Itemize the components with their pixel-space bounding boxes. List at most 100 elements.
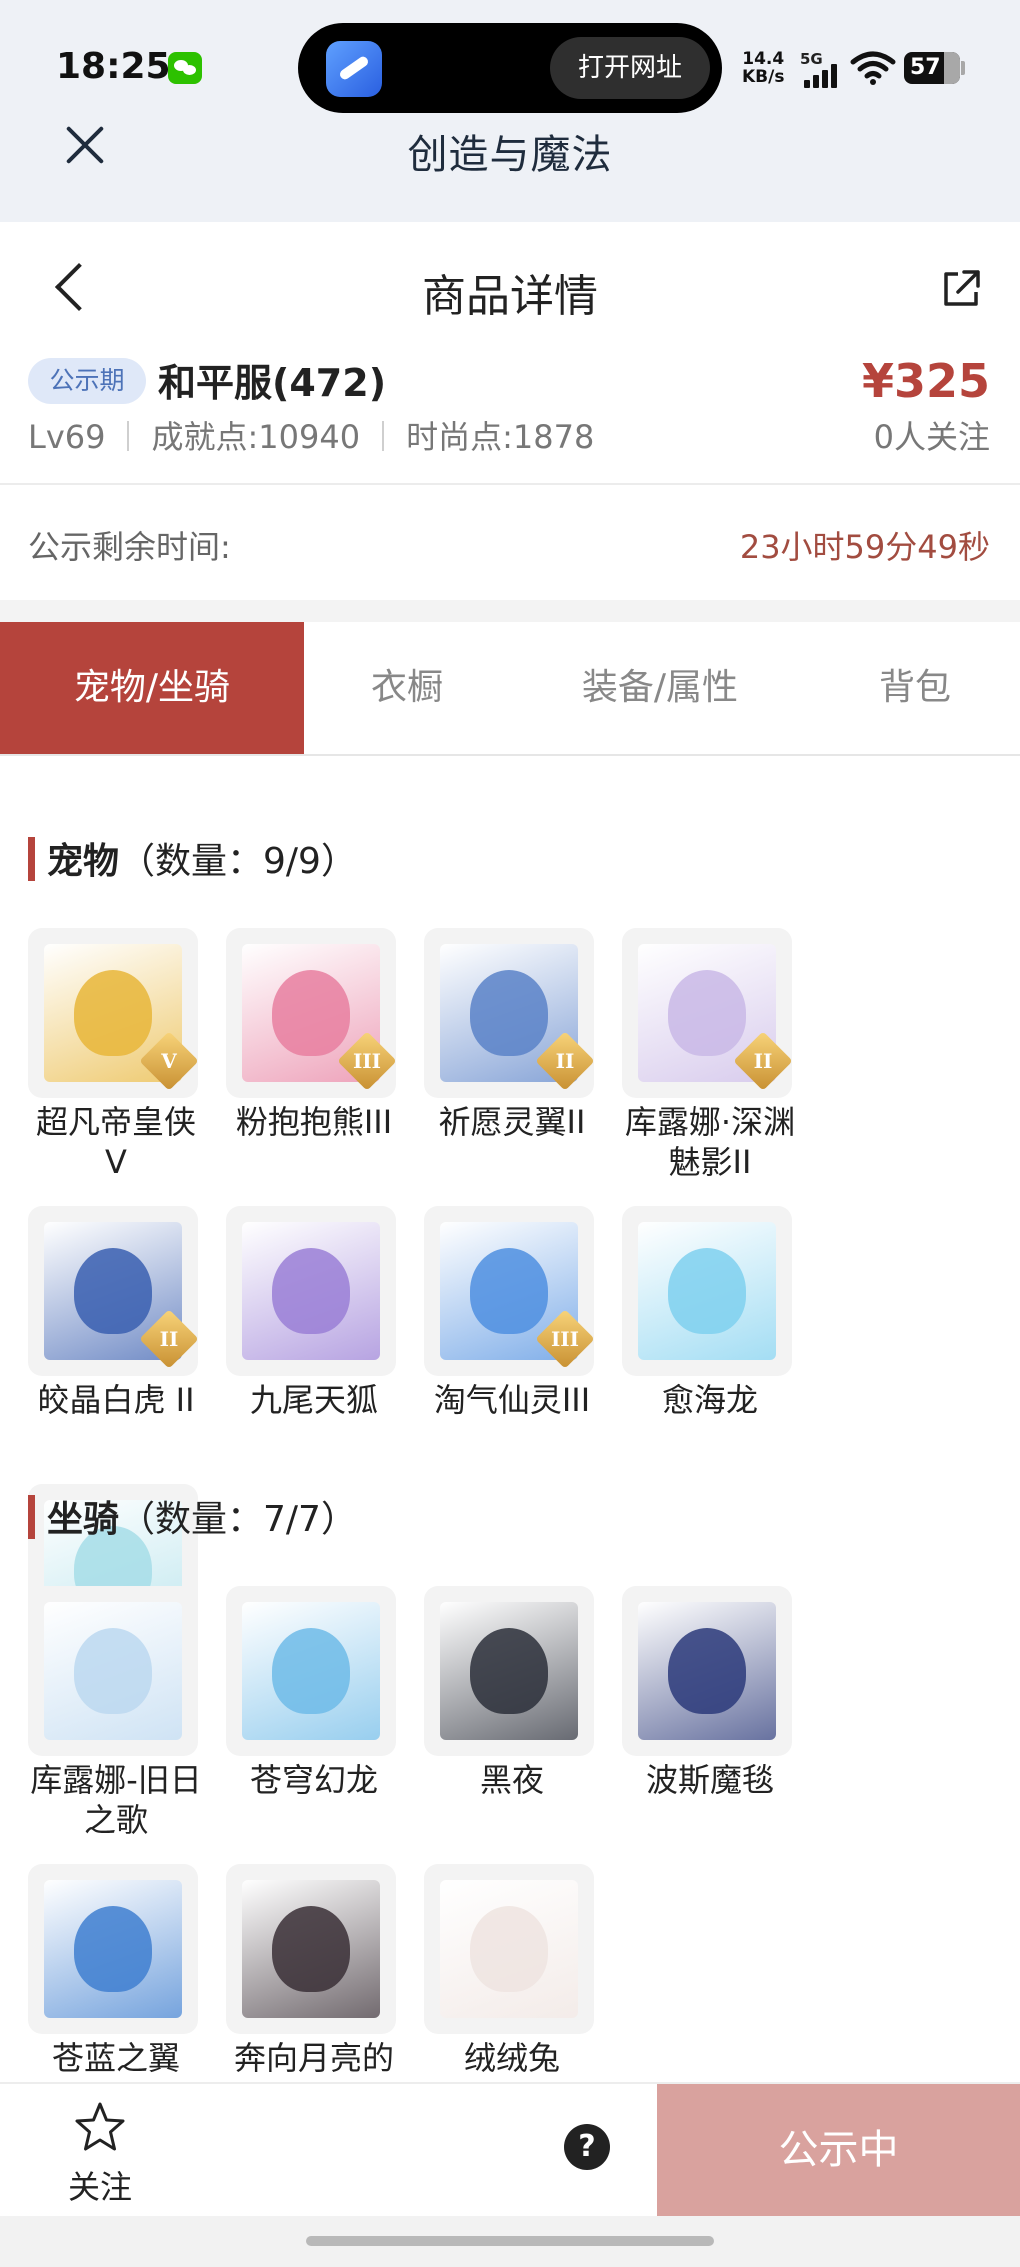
follow-label[interactable]: 关注 (62, 2162, 138, 2208)
pets-image (242, 1222, 380, 1360)
mounts-image (638, 1602, 776, 1740)
mounts-thumbnail (28, 1586, 198, 1756)
open-url-button[interactable]: 打开网址 (550, 37, 710, 99)
pets-name: 库露娜·深渊魅影II (624, 1103, 796, 1181)
account-meta: Lv69 成就点:10940 时尚点:1878 (28, 412, 594, 458)
pets-thumbnail: III (424, 1206, 594, 1376)
status-time: 18:25 (56, 46, 171, 87)
rank-label: V (161, 1049, 177, 1073)
mounts-name: 奔向月亮的 (233, 2039, 394, 2077)
mounts-item[interactable]: 波斯魔毯 (622, 1586, 820, 1864)
price: ¥325 (861, 354, 990, 408)
pets-name: 淘气仙灵III (433, 1381, 591, 1419)
pets-count: （数量：9/9） (119, 841, 357, 882)
pets-title: 宠物 (47, 841, 120, 882)
pets-item[interactable]: III 淘气仙灵III (424, 1206, 622, 1484)
rank-badge-icon: V (139, 1031, 198, 1091)
mounts-grid: 库露娜-旧日之歌 苍穹幻龙 黑夜 波斯魔毯苍蓝之翼 奔向月亮的 绒绒兔 (28, 1586, 998, 2142)
status-bar-area: 18:25 打开网址 14.4 KB/s 5G 57 创造与魔法 (0, 0, 1020, 222)
star-icon[interactable] (72, 2100, 128, 2156)
wifi-icon (850, 51, 896, 85)
help-icon[interactable]: ? (564, 2124, 610, 2170)
tab-equipment[interactable]: 装备/属性 (510, 622, 810, 754)
rank-label: II (753, 1049, 773, 1073)
pets-item[interactable]: III 粉抱抱熊III (226, 928, 424, 1206)
mounts-title: 坐骑 (47, 1499, 120, 1540)
pets-item[interactable]: V 超凡帝皇侠V (28, 928, 226, 1206)
mounts-section-title: 坐骑（数量：7/7） (28, 1490, 357, 1542)
mounts-thumbnail (226, 1864, 396, 2034)
pets-item[interactable]: II 祈愿灵翼II (424, 928, 622, 1206)
browser-app-icon (326, 41, 382, 97)
mounts-thumbnail (424, 1864, 594, 2034)
rank-badge-icon: II (535, 1031, 594, 1091)
rank-label: II (555, 1049, 575, 1073)
mounts-name: 绒绒兔 (463, 2039, 560, 2077)
mounts-item[interactable]: 苍穹幻龙 (226, 1586, 424, 1864)
net-speed: 14.4 KB/s (742, 50, 784, 86)
pets-thumbnail (622, 1206, 792, 1376)
pets-thumbnail: III (226, 928, 396, 1098)
home-indicator[interactable] (306, 2236, 714, 2246)
net-speed-unit: KB/s (742, 67, 785, 87)
mounts-thumbnail (424, 1586, 594, 1756)
pets-section-title: 宠物（数量：9/9） (28, 832, 357, 884)
pets-name: 九尾天狐 (249, 1381, 378, 1419)
wechat-notification-icon (168, 52, 202, 84)
level: Lv69 (28, 418, 106, 456)
rank-badge-icon: II (733, 1031, 792, 1091)
mounts-thumbnail (226, 1586, 396, 1756)
pets-name: 超凡帝皇侠V (35, 1103, 196, 1181)
divider (0, 483, 1020, 485)
mounts-image (44, 1602, 182, 1740)
pets-thumbnail (226, 1206, 396, 1376)
pets-thumbnail: II (622, 928, 792, 1098)
mounts-thumbnail (622, 1586, 792, 1756)
mounts-image (242, 1602, 380, 1740)
bottom-action-bar: 关注 ? 公示中 (0, 2082, 1020, 2216)
pets-name: 愈海龙 (661, 1381, 758, 1419)
mounts-image (44, 1880, 182, 2018)
pets-item[interactable]: II 皎晶白虎 II (28, 1206, 226, 1484)
pets-item[interactable]: 愈海龙 (622, 1206, 820, 1484)
mounts-name: 黑夜 (479, 1761, 544, 1799)
status-badge: 公示期 (28, 358, 146, 404)
tab-pets-mounts[interactable]: 宠物/坐骑 (0, 622, 304, 754)
tab-backpack[interactable]: 背包 (810, 622, 1020, 754)
section-gap (0, 600, 1020, 622)
pets-thumbnail: II (28, 1206, 198, 1376)
countdown-value: 23小时59分49秒 (739, 528, 990, 566)
rank-label: II (159, 1327, 179, 1351)
mounts-name: 波斯魔毯 (645, 1761, 774, 1799)
pets-item[interactable]: 九尾天狐 (226, 1206, 424, 1484)
mounts-item[interactable]: 库露娜-旧日之歌 (28, 1586, 226, 1864)
mounts-count: （数量：7/7） (119, 1499, 357, 1540)
dynamic-island[interactable]: 打开网址 (298, 23, 722, 113)
mounts-item[interactable]: 黑夜 (424, 1586, 622, 1864)
app-title: 创造与魔法 (407, 132, 613, 178)
page-title: 商品详情 (422, 271, 598, 322)
countdown-label: 公示剩余时间: (28, 528, 231, 566)
pets-image (638, 1222, 776, 1360)
rank-badge-icon: III (337, 1031, 396, 1091)
rank-label: III (352, 1049, 382, 1073)
achievement-points: 成就点:10940 (151, 418, 361, 456)
rank-badge-icon: II (139, 1309, 198, 1369)
server-name: 和平服(472) (158, 361, 387, 405)
mounts-name: 苍蓝之翼 (51, 2039, 180, 2077)
gesture-area (0, 2216, 1020, 2267)
mounts-image (440, 1880, 578, 2018)
tab-wardrobe[interactable]: 衣橱 (304, 622, 510, 754)
status-button[interactable]: 公示中 (657, 2084, 1020, 2216)
cell-signal-icon (804, 64, 840, 88)
net-speed-value: 14.4 (742, 49, 785, 69)
pets-item[interactable]: II 库露娜·深渊魅影II (622, 928, 820, 1206)
mounts-thumbnail (28, 1864, 198, 2034)
rank-badge-icon: III (535, 1309, 594, 1369)
mounts-name: 库露娜-旧日之歌 (30, 1761, 202, 1839)
share-icon[interactable] (940, 268, 982, 310)
fashion-points: 时尚点:1878 (406, 418, 595, 456)
mounts-name: 苍穹幻龙 (249, 1761, 378, 1799)
pets-name: 祈愿灵翼II (438, 1103, 586, 1141)
tab-bar: 宠物/坐骑 衣橱 装备/属性 背包 (0, 622, 1020, 756)
